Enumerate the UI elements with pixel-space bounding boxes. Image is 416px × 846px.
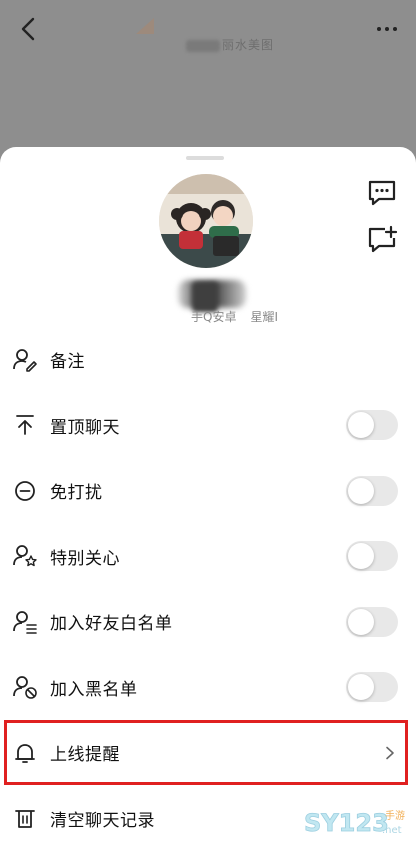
sheet-drag-handle[interactable]: [186, 156, 224, 160]
pin-chat-toggle[interactable]: [346, 410, 398, 441]
chevron-right-icon: [386, 746, 394, 760]
setting-label: 备注: [50, 352, 85, 373]
more-options-icon[interactable]: [372, 14, 402, 44]
watermark-sub: 手游: [385, 809, 405, 822]
setting-special-care[interactable]: 特别关心: [0, 524, 416, 590]
setting-do-not-disturb[interactable]: 免打扰: [0, 458, 416, 524]
user-list-icon: [13, 610, 37, 634]
device-tag: 手Q安卓: [191, 310, 237, 324]
setting-label: 加入好友白名单: [50, 614, 173, 635]
level-tag: 星耀I: [250, 310, 278, 324]
setting-label: 加入黑名单: [50, 679, 138, 700]
back-arrow-icon[interactable]: [14, 14, 44, 44]
edit-user-icon: [13, 348, 37, 372]
setting-pin-chat[interactable]: 置顶聊天: [0, 393, 416, 459]
blurred-name: [186, 39, 220, 52]
background-page: [0, 0, 416, 160]
do-not-disturb-toggle[interactable]: [346, 475, 398, 506]
settings-list: 备注 置顶聊天 免打扰 特别关心 加入好友白名单 加入黑名单 上线提醒 清空聊天…: [0, 327, 416, 846]
setting-blacklist[interactable]: 加入黑名单: [0, 655, 416, 721]
watermark-logo: SY123 手游 .net: [304, 809, 405, 838]
toggle-knob: [348, 477, 374, 504]
whitelist-toggle[interactable]: [346, 606, 398, 637]
pin-top-icon: [16, 415, 34, 436]
avatar[interactable]: [159, 174, 253, 268]
background-chat-title: 丽水美图: [186, 36, 274, 53]
profile-tags: 手Q安卓 星耀I: [191, 308, 278, 325]
user-block-icon: [13, 676, 37, 700]
watermark-suffix: .net: [382, 825, 402, 836]
special-care-toggle[interactable]: [346, 541, 398, 572]
toggle-knob: [348, 412, 374, 439]
chat-settings-sheet: 手Q安卓 星耀I 备注 置顶聊天 免打扰 特别关心 加入好友白名单 加入黑名单 …: [0, 147, 416, 846]
toggle-knob: [348, 543, 374, 570]
setting-online-reminder[interactable]: 上线提醒: [0, 720, 416, 786]
setting-remark[interactable]: 备注: [0, 327, 416, 393]
setting-label: 清空聊天记录: [50, 810, 155, 831]
setting-label: 免打扰: [50, 483, 103, 504]
bell-icon: [15, 743, 35, 763]
add-chat-icon[interactable]: [366, 225, 398, 255]
setting-label: 上线提醒: [50, 745, 120, 766]
user-star-icon: [13, 545, 37, 567]
toggle-knob: [348, 674, 374, 701]
send-message-icon[interactable]: [366, 178, 398, 208]
setting-label: 置顶聊天: [50, 417, 120, 438]
trash-icon: [15, 810, 35, 829]
do-not-disturb-icon: [15, 480, 35, 501]
toggle-knob: [348, 608, 374, 635]
watermark-text: SY123: [304, 809, 389, 837]
setting-label: 特别关心: [50, 548, 120, 569]
setting-whitelist[interactable]: 加入好友白名单: [0, 589, 416, 655]
blacklist-toggle[interactable]: [346, 672, 398, 703]
